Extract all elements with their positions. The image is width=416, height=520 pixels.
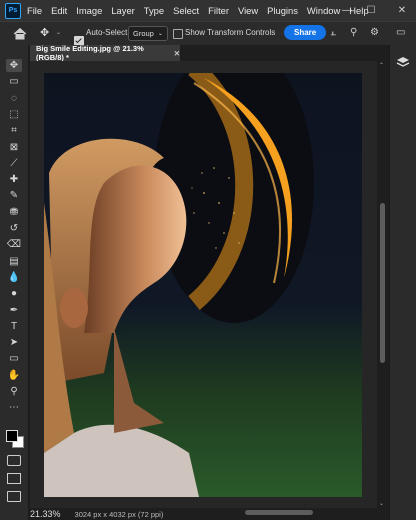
layers-icon[interactable] <box>396 56 410 68</box>
path-select-icon[interactable]: ➤ <box>6 336 22 349</box>
workspace-icon[interactable]: ▭ <box>396 27 405 38</box>
chevron-down-icon[interactable]: ⌄ <box>56 29 61 36</box>
foreground-color-swatch[interactable] <box>6 430 18 442</box>
menu-edit[interactable]: Edit <box>51 5 67 16</box>
options-bar: ✥ ⌄ Auto-Select: Group ⌄ Show Transform … <box>0 21 416 46</box>
zoom-level[interactable]: 21.33% <box>30 509 61 519</box>
home-icon[interactable] <box>13 27 27 40</box>
menu-image[interactable]: Image <box>76 5 102 16</box>
chevron-down-icon[interactable]: ⌄ <box>379 500 384 507</box>
pen-icon[interactable]: ✒ <box>6 304 22 317</box>
document-info: 3024 px x 4032 px (72 ppi) <box>74 509 164 519</box>
document-canvas-image[interactable] <box>44 73 362 497</box>
menu-bar: Ps File Edit Image Layer Type Select Filter Vie… <box>0 0 416 21</box>
minimize-button[interactable]: — <box>335 0 359 21</box>
dropdown-value: Group <box>133 29 154 38</box>
quick-mask-icon[interactable] <box>7 455 21 466</box>
photoshop-logo: Ps <box>5 2 21 19</box>
share-button[interactable]: Share <box>284 25 327 40</box>
close-button[interactable]: ✕ <box>390 0 414 21</box>
document-tab[interactable]: Big Smile Editing.jpg @ 21.3% (RGB/8) * … <box>30 44 180 62</box>
chevron-down-icon: ⌄ <box>157 31 163 37</box>
menu-plugins[interactable]: Plugins <box>267 5 298 16</box>
transform-controls-label: Show Transform Controls <box>185 28 276 37</box>
tools-panel: ✥ ▭ ◌ ⬚ ⌗ ⊠ ⟋ ✚ ✎ ⛃ ↺ ⌫ ▤ 💧 ● ✒ T ➤ ▭ ✋ ⚲ ⋯ <box>0 45 29 520</box>
maximize-button[interactable]: ☐ <box>359 0 383 21</box>
chevron-up-icon[interactable]: ⌃ <box>379 62 384 69</box>
transform-controls-checkbox[interactable] <box>173 29 183 39</box>
gradient-icon[interactable]: ▤ <box>6 255 22 268</box>
rectangle-icon[interactable]: ▭ <box>6 352 22 365</box>
move-tool-options-icon[interactable]: ✥ <box>40 27 54 40</box>
screen-mode-icon[interactable] <box>7 473 21 484</box>
zoom-icon[interactable]: ⚲ <box>6 385 22 398</box>
status-bar: 21.33% 3024 px x 4032 px (72 ppi) <box>30 508 163 520</box>
document-tab-bar: Big Smile Editing.jpg @ 21.3% (RGB/8) * … <box>30 44 386 62</box>
crop-icon[interactable]: ⌗ <box>6 124 22 137</box>
auto-select-label: Auto-Select: <box>86 28 130 37</box>
right-panel-dock <box>389 45 416 520</box>
history-brush-icon[interactable]: ↺ <box>6 222 22 235</box>
search-icon[interactable]: ⚲ <box>350 27 357 38</box>
frame-layout-icon[interactable] <box>7 491 21 502</box>
align-icon[interactable]: ⫠ <box>330 27 336 38</box>
hand-icon[interactable]: ✋ <box>6 369 22 382</box>
lasso-icon[interactable]: ◌ <box>6 92 22 105</box>
menu-type[interactable]: Type <box>144 5 164 16</box>
artboard-icon[interactable]: ▭ <box>6 75 22 88</box>
auto-select-target-dropdown[interactable]: Group ⌄ <box>128 26 168 41</box>
more-icon[interactable]: ⋯ <box>6 401 22 414</box>
menu-layer[interactable]: Layer <box>111 5 134 16</box>
menu-file[interactable]: File <box>27 5 42 16</box>
clone-stamp-icon[interactable]: ⛃ <box>6 206 22 219</box>
menu-items: File Edit Image Layer Type Select Filter View Pl… <box>27 5 369 16</box>
type-icon[interactable]: T <box>6 320 22 333</box>
menu-filter[interactable]: Filter <box>208 5 229 16</box>
vertical-scroll-thumb[interactable] <box>380 203 385 363</box>
menu-view[interactable]: View <box>238 5 258 16</box>
gear-icon[interactable]: ⚙ <box>370 27 379 38</box>
blur-icon[interactable]: 💧 <box>6 271 22 284</box>
horizontal-scroll-thumb[interactable] <box>245 510 313 515</box>
menu-select[interactable]: Select <box>173 5 199 16</box>
dodge-icon[interactable]: ● <box>6 287 22 300</box>
close-tab-icon[interactable]: ✕ <box>174 49 180 58</box>
frame-icon[interactable]: ⊠ <box>6 141 22 154</box>
move-icon[interactable]: ✥ <box>6 59 22 72</box>
eyedropper-icon[interactable]: ⟋ <box>6 157 22 170</box>
document-tab-title: Big Smile Editing.jpg @ 21.3% (RGB/8) * <box>36 44 144 62</box>
eraser-icon[interactable]: ⌫ <box>6 238 22 251</box>
healing-brush-icon[interactable]: ✚ <box>6 173 22 186</box>
object-select-icon[interactable]: ⬚ <box>6 108 22 121</box>
brush-icon[interactable]: ✎ <box>6 189 22 202</box>
